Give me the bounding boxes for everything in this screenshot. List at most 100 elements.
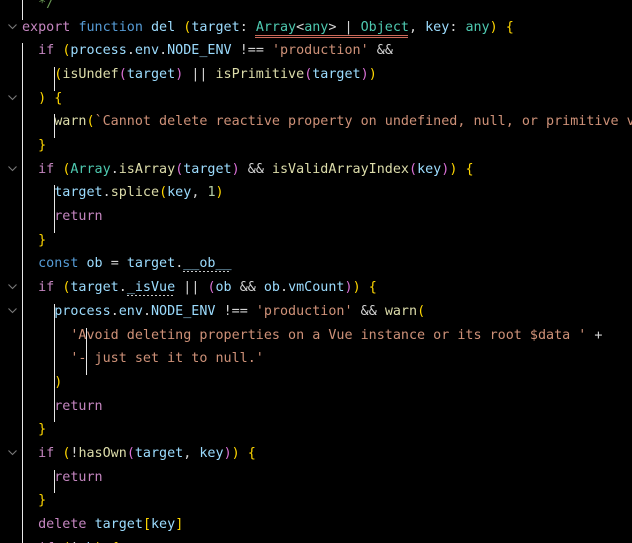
function-token: warn: [384, 303, 418, 319]
punctuation-token: [103, 256, 111, 271]
code-line[interactable]: return: [0, 395, 632, 419]
keyword-token: return: [54, 209, 103, 225]
identifier-token: del: [151, 19, 176, 35]
code-line[interactable]: '- just set it to null.': [0, 347, 632, 371]
punctuation-token: =: [231, 303, 240, 319]
punctuation-token: ): [215, 185, 224, 201]
punctuation-token: [498, 20, 506, 35]
punctuation-token: |: [344, 19, 353, 35]
identifier-token: key: [425, 19, 450, 35]
punctuation-token: [87, 517, 95, 532]
identifier-token: key: [167, 185, 192, 201]
code-line[interactable]: */: [0, 0, 632, 16]
punctuation-token: ): [38, 90, 47, 106]
punctuation-token: [22, 351, 70, 366]
keyword-token: const: [38, 256, 79, 272]
identifier-token: target: [94, 516, 143, 532]
punctuation-token: ]: [175, 516, 184, 532]
punctuation-token: [232, 43, 240, 58]
punctuation-token: ): [223, 445, 232, 461]
code-content[interactable]: */export function del (target: Array<any…: [0, 0, 632, 543]
code-line[interactable]: target.splice(key, 1): [0, 181, 632, 205]
identifier-token: key: [417, 161, 442, 177]
identifier-token: key: [199, 445, 224, 461]
code-line[interactable]: if (!hasOwn(target, key)) {: [0, 442, 632, 466]
punctuation-token: [256, 280, 264, 295]
code-line[interactable]: const ob = target.__ob__: [0, 252, 632, 276]
punctuation-token: &: [247, 280, 256, 296]
punctuation-token: [264, 43, 272, 58]
code-line[interactable]: }: [0, 229, 632, 253]
punctuation-token: [232, 280, 240, 295]
code-line[interactable]: if (!ob) {: [0, 537, 632, 543]
punctuation-token: [22, 114, 54, 129]
punctuation-token: }: [38, 493, 47, 509]
identifier-token: process: [70, 43, 127, 59]
indent-guide: [54, 67, 56, 91]
code-line[interactable]: }: [0, 418, 632, 442]
punctuation-token: [22, 446, 38, 461]
punctuation-token: [353, 20, 361, 35]
indent-guide: [86, 327, 88, 375]
function-token: isValidArrayIndex: [271, 161, 409, 177]
code-editor[interactable]: */export function del (target: Array<any…: [0, 0, 632, 543]
code-line[interactable]: delete target[key]: [0, 513, 632, 537]
punctuation-token: [22, 280, 38, 295]
punctuation-token: [22, 0, 38, 11]
punctuation-token: {: [368, 280, 377, 296]
punctuation-token: [22, 43, 38, 58]
punctuation-token: &: [384, 43, 393, 59]
code-line[interactable]: }: [0, 134, 632, 158]
punctuation-token: (: [118, 67, 127, 83]
punctuation-token: (: [207, 280, 216, 296]
punctuation-token: .: [142, 303, 151, 319]
function-token: hasOwn: [78, 445, 127, 461]
punctuation-token: }: [38, 138, 47, 154]
code-line[interactable]: 'Avoid deleting properties on a Vue inst…: [0, 324, 632, 348]
punctuation-token: Array: [255, 19, 297, 35]
type-error-underline: [303, 36, 328, 38]
punctuation-token: [377, 304, 385, 319]
code-line[interactable]: if (Array.isArray(target) && isValidArra…: [0, 158, 632, 182]
function-token: warn: [54, 114, 87, 130]
code-line[interactable]: ) {: [0, 87, 632, 111]
code-line[interactable]: process.env.NODE_ENV !== 'production' &&…: [0, 300, 632, 324]
punctuation-token: [248, 304, 256, 319]
punctuation-token: =: [110, 256, 119, 272]
identifier-token: env: [134, 43, 160, 59]
code-line[interactable]: return: [0, 205, 632, 229]
punctuation-token: ): [344, 280, 353, 296]
punctuation-token: .: [118, 280, 127, 296]
keyword-token: if: [38, 43, 55, 59]
punctuation-token: Array: [70, 161, 111, 177]
punctuation-token: ): [352, 280, 361, 296]
punctuation-token: [22, 375, 54, 390]
punctuation-token: {: [465, 161, 474, 177]
punctuation-token: [22, 91, 38, 106]
punctuation-token: (: [409, 161, 418, 177]
punctuation-token: ): [368, 67, 377, 83]
type-error-underline: [303, 34, 328, 36]
punctuation-token: [22, 399, 54, 414]
punctuation-token: =: [239, 303, 248, 319]
code-line[interactable]: ): [0, 371, 632, 395]
indent-guide: [22, 0, 23, 20]
code-line[interactable]: warn(`Cannot delete reactive property on…: [0, 110, 632, 134]
punctuation-token: [336, 20, 344, 35]
code-line[interactable]: if (target._isVue || (ob && ob.vmCount))…: [0, 276, 632, 300]
punctuation-token: [22, 67, 54, 82]
identifier-token: target: [183, 161, 232, 177]
info-underline: [183, 270, 232, 273]
code-line[interactable]: if (process.env.NODE_ENV !== 'production…: [0, 39, 632, 63]
punctuation-token: (: [159, 185, 168, 201]
identifier-token: process: [54, 303, 111, 319]
punctuation-token: {: [54, 90, 63, 106]
punctuation-token: [240, 162, 248, 177]
punctuation-token: +: [594, 327, 603, 343]
indent-guide: [54, 303, 56, 423]
code-line[interactable]: return: [0, 466, 632, 490]
punctuation-token: [22, 304, 54, 319]
string-literal: `Cannot delete reactive property on unde…: [94, 114, 632, 130]
code-line[interactable]: (isUndef(target) || isPrimitive(target)): [0, 63, 632, 87]
code-line[interactable]: }: [0, 489, 632, 513]
